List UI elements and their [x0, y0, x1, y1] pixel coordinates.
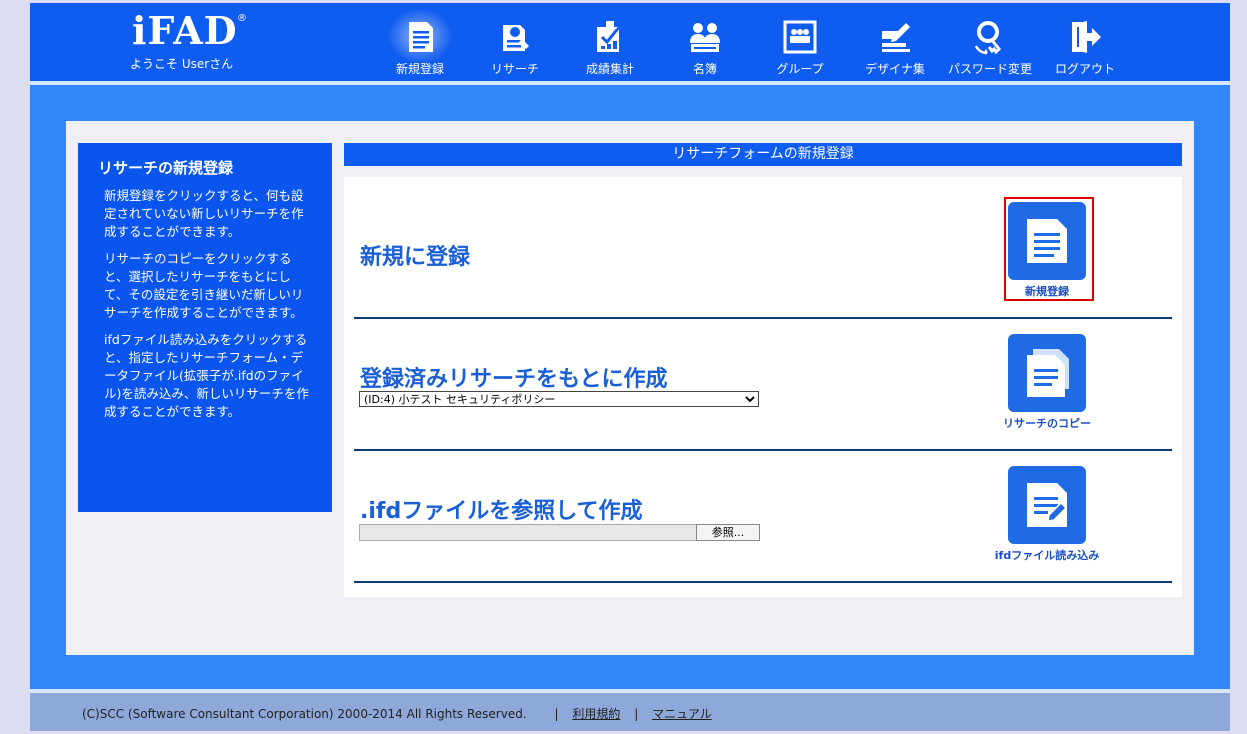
new-registration-button-wrap: 新規登録: [1002, 197, 1092, 299]
nav-designer[interactable]: デザイナ集: [850, 3, 940, 81]
new-registration-button[interactable]: [1008, 202, 1086, 280]
section-heading: 新規に登録: [360, 245, 471, 270]
sidebar-text: 新規登録をクリックすると、何も設定されていない新しいリサーチを作成することができ…: [104, 187, 314, 430]
sidebar-paragraph: ifdファイル読み込みをクリックすると、指定したリサーチフォーム・データファイル…: [104, 332, 309, 419]
button-label: 新規登録: [1025, 285, 1069, 298]
footer-separator: |: [634, 707, 639, 721]
content-area: リサーチの新規登録 新規登録をクリックすると、何も設定されていない新しいリサーチ…: [30, 85, 1230, 689]
footer-row: (C)SCC (Software Consultant Corporation)…: [82, 705, 712, 722]
section-new: 新規に登録 新規登録: [354, 187, 1172, 319]
import-ifd-button-wrap: ifdファイル読み込み: [995, 461, 1099, 563]
nav-label: グループ: [776, 62, 824, 76]
help-sidebar: リサーチの新規登録 新規登録をクリックすると、何も設定されていない新しいリサーチ…: [78, 143, 332, 512]
button-label: ifdファイル読み込み: [994, 549, 1100, 562]
main-panel: リサーチの新規登録 新規登録をクリックすると、何も設定されていない新しいリサーチ…: [66, 121, 1194, 655]
tally-icon: [597, 21, 621, 52]
nav-roster[interactable]: 名簿: [660, 3, 750, 81]
sidebar-paragraph: リサーチのコピーをクリックすると、選択したリサーチをもとにして、その設定を引き継…: [104, 251, 304, 320]
nav-label: デザイナ集: [865, 62, 925, 76]
sidebar-title: リサーチの新規登録: [98, 159, 234, 177]
welcome-text: ようこそ Userさん: [130, 57, 234, 71]
new-document-icon: [1027, 219, 1067, 263]
section-heading: .ifdファイルを参照して作成: [360, 499, 643, 524]
footer: (C)SCC (Software Consultant Corporation)…: [30, 693, 1230, 731]
terms-link[interactable]: 利用規約: [572, 707, 620, 721]
logout-icon: [1072, 21, 1101, 53]
section-heading: 登録済みリサーチをもとに作成: [360, 367, 668, 392]
research-icon: [503, 25, 529, 51]
nav-label: ログアウト: [1054, 62, 1115, 76]
app-frame: iFAD ® ようこそ Userさん 新規登録 リサーチ 成績集計 名簿 グルー…: [30, 3, 1230, 731]
nav-new-registration[interactable]: 新規登録: [375, 3, 465, 81]
nav-research[interactable]: リサーチ: [470, 3, 560, 81]
manual-link[interactable]: マニュアル: [652, 707, 712, 721]
copy-research-button-wrap: リサーチのコピー: [1002, 329, 1092, 431]
logo-text: iFAD: [132, 8, 238, 53]
nav-label: 名簿: [692, 62, 717, 76]
document-icon: [409, 22, 433, 52]
sidebar-paragraph: 新規登録をクリックすると、何も設定されていない新しいリサーチを作成することができ…: [104, 188, 304, 239]
key-icon: [974, 21, 1002, 55]
registration-options: 新規に登録 新規登録 登録済みリサーチをもとに作成 (ID:4) 小テスト セキ…: [344, 177, 1182, 597]
section-copy: 登録済みリサーチをもとに作成 (ID:4) 小テスト セキュリティポリシー リサ…: [354, 319, 1172, 451]
footer-separator: |: [554, 707, 559, 721]
research-select[interactable]: (ID:4) 小テスト セキュリティポリシー: [359, 391, 759, 407]
nav-tally[interactable]: 成績集計: [565, 3, 655, 81]
logo[interactable]: iFAD ® ようこそ Userさん: [130, 11, 280, 72]
designer-icon: [882, 23, 910, 52]
browse-button[interactable]: 参照...: [696, 524, 760, 541]
nav-password-change[interactable]: パスワード変更: [945, 3, 1035, 81]
users-icon: [690, 23, 720, 52]
button-label: リサーチのコピー: [1003, 417, 1091, 430]
import-document-icon: [1027, 483, 1068, 527]
nav-group[interactable]: グループ: [755, 3, 845, 81]
section-import: .ifdファイルを参照して作成 参照... ifdファイル読み込み: [354, 451, 1172, 583]
nav-label: 新規登録: [395, 62, 444, 76]
group-icon: [783, 20, 817, 54]
nav-logout[interactable]: ログアウト: [1040, 3, 1130, 81]
nav-label: 成績集計: [585, 62, 634, 76]
nav-label: パスワード変更: [947, 62, 1032, 76]
page-title: リサーチフォームの新規登録: [344, 143, 1182, 166]
copy-document-icon: [1027, 349, 1069, 397]
copy-research-button[interactable]: [1008, 334, 1086, 412]
header: iFAD ® ようこそ Userさん 新規登録 リサーチ 成績集計 名簿 グルー…: [30, 3, 1230, 81]
import-ifd-button[interactable]: [1008, 466, 1086, 544]
file-path-input[interactable]: [359, 524, 697, 541]
copyright-text: (C)SCC (Software Consultant Corporation)…: [82, 707, 527, 721]
nav-label: リサーチ: [490, 62, 539, 76]
logo-registered-mark: ®: [237, 13, 247, 24]
